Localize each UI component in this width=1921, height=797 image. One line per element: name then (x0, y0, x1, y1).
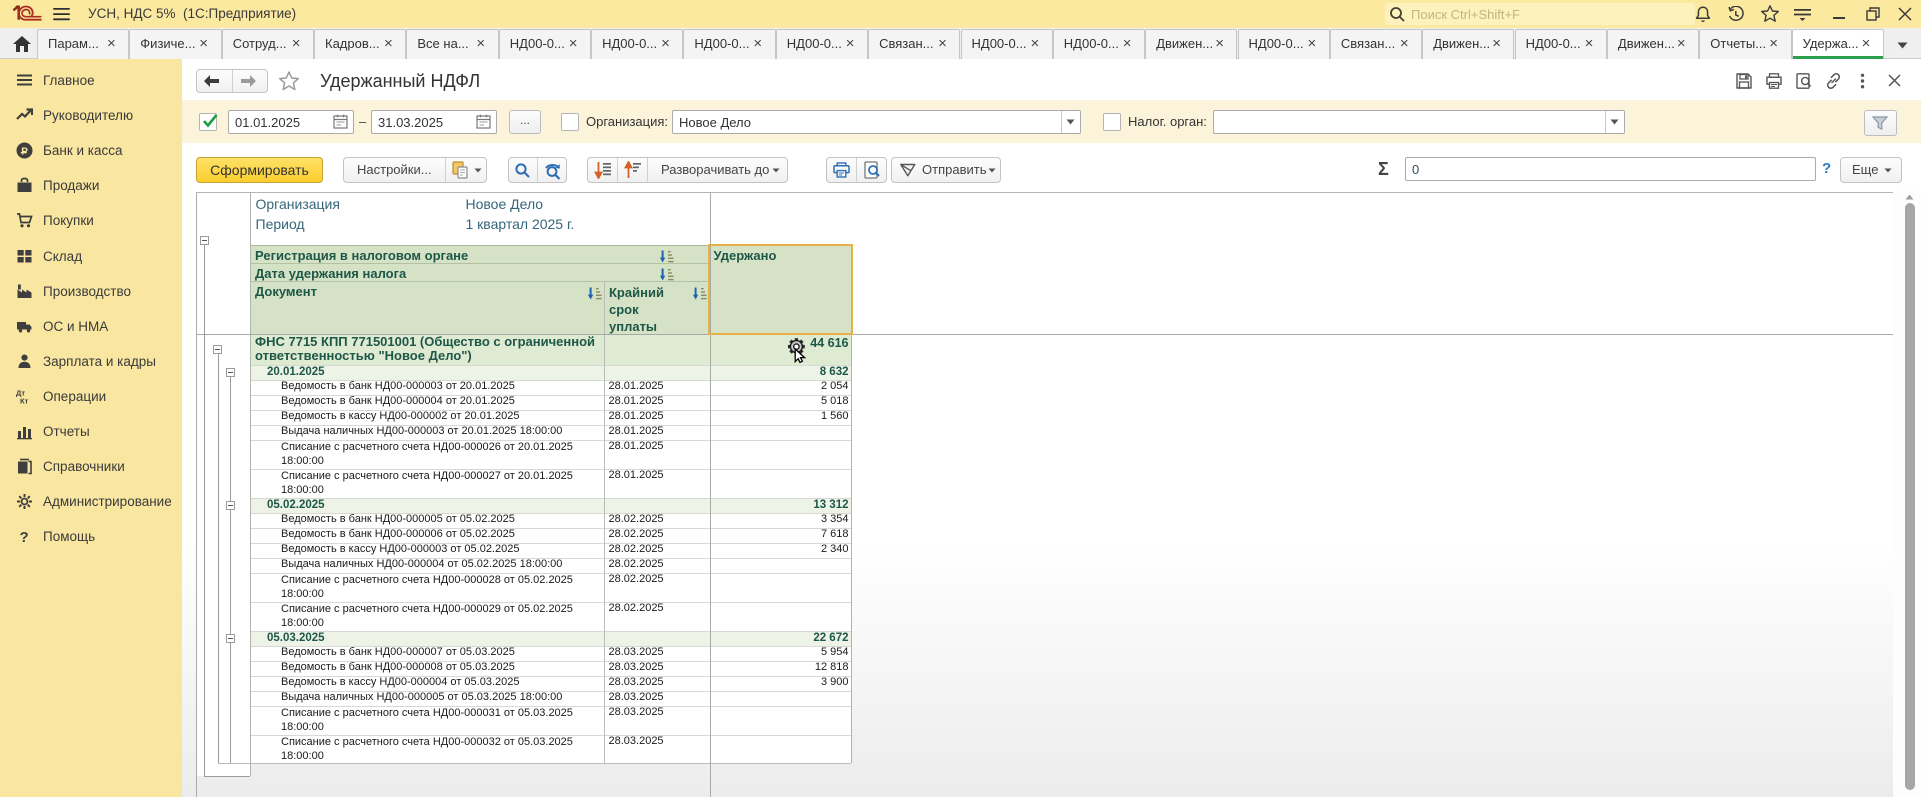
svg-text:Кт: Кт (20, 396, 29, 405)
svg-text:?: ? (20, 529, 29, 545)
